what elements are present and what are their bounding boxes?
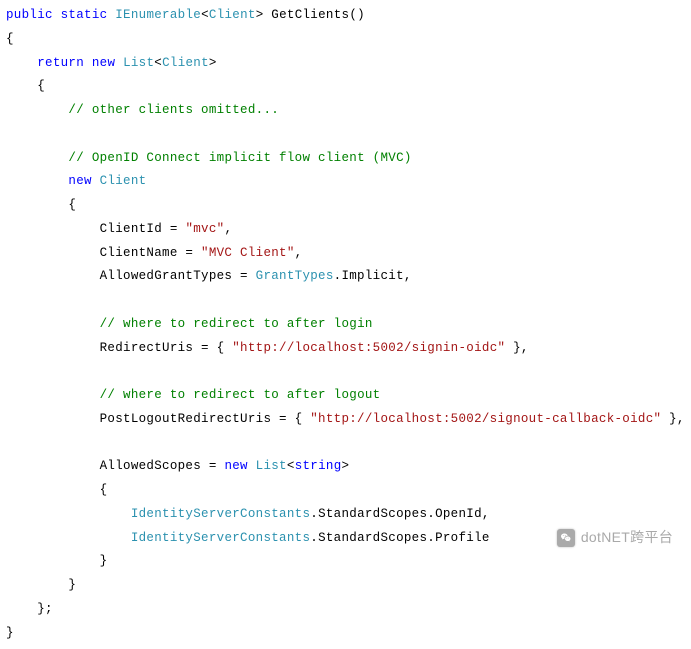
code-token: Client (100, 174, 147, 188)
code-token: ClientName = (6, 246, 201, 260)
code-token (92, 174, 100, 188)
code-token: // other clients omitted... (68, 103, 279, 117)
code-token (6, 531, 131, 545)
code-token: } (6, 626, 14, 640)
code-token: > (342, 459, 350, 473)
code-token: // where to redirect to after login (100, 317, 373, 331)
code-token: static (61, 8, 108, 22)
code-token: // where to redirect to after logout (100, 388, 381, 402)
code-token: string (295, 459, 342, 473)
code-token (6, 56, 37, 70)
code-token: , (295, 246, 303, 260)
code-token: ClientId = (6, 222, 185, 236)
code-block: public static IEnumerable<Client> GetCli… (6, 4, 685, 645)
code-token (6, 174, 68, 188)
code-token: { (6, 79, 45, 93)
code-token (248, 459, 256, 473)
code-token: Client (209, 8, 256, 22)
code-token: , (224, 222, 232, 236)
code-token: > GetClients() (256, 8, 365, 22)
code-token: new (68, 174, 91, 188)
code-token (115, 56, 123, 70)
code-token: AllowedScopes = (6, 459, 224, 473)
code-token: { (6, 32, 14, 46)
code-token: < (154, 56, 162, 70)
code-token: { (6, 483, 107, 497)
code-token: GrantTypes (256, 269, 334, 283)
code-token (6, 388, 100, 402)
code-token: }, (661, 412, 684, 426)
code-token: "http://localhost:5002/signin-oidc" (232, 341, 505, 355)
code-token: IdentityServerConstants (131, 531, 310, 545)
code-token (53, 8, 61, 22)
code-token: .StandardScopes.Profile (310, 531, 489, 545)
code-token: IdentityServerConstants (131, 507, 310, 521)
code-token (6, 507, 131, 521)
code-token: IEnumerable (115, 8, 201, 22)
code-token: RedirectUris = { (6, 341, 232, 355)
code-token: < (201, 8, 209, 22)
code-token: }; (6, 602, 53, 616)
code-token: List (123, 56, 154, 70)
code-token: "MVC Client" (201, 246, 295, 260)
code-token: public (6, 8, 53, 22)
code-token (6, 151, 68, 165)
code-token: }, (505, 341, 528, 355)
code-token: } (6, 578, 76, 592)
code-token: return (37, 56, 84, 70)
code-token (84, 56, 92, 70)
code-token: .Implicit, (334, 269, 412, 283)
code-token (6, 317, 100, 331)
code-token: AllowedGrantTypes = (6, 269, 256, 283)
code-token: new (224, 459, 247, 473)
code-token: < (287, 459, 295, 473)
code-token: } (6, 554, 107, 568)
code-token: { (6, 198, 76, 212)
code-token: new (92, 56, 115, 70)
code-token (6, 103, 68, 117)
code-token: Client (162, 56, 209, 70)
code-token: // OpenID Connect implicit flow client (… (68, 151, 411, 165)
code-token: "http://localhost:5002/signout-callback-… (310, 412, 661, 426)
code-token: .StandardScopes.OpenId, (310, 507, 489, 521)
code-token: > (209, 56, 217, 70)
code-token: List (256, 459, 287, 473)
code-token: PostLogoutRedirectUris = { (6, 412, 310, 426)
code-token: "mvc" (185, 222, 224, 236)
